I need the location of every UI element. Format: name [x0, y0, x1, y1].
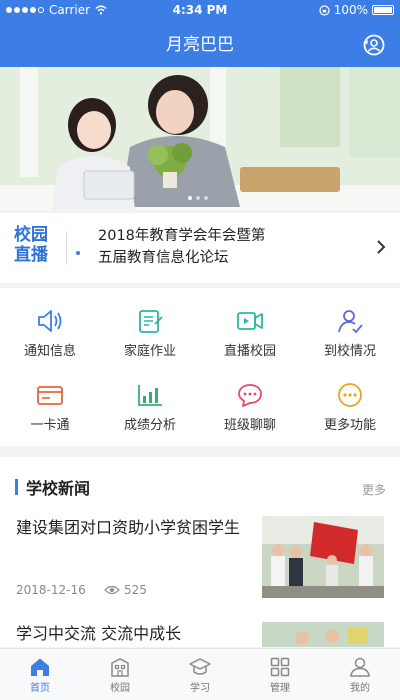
video-icon	[237, 312, 263, 330]
live-broadcast-row[interactable]: 校园 直播 2018年教育学会年会暨第 五届教育信息化论坛	[0, 213, 400, 283]
news-article[interactable]: 学习中交流 交流中成长	[0, 619, 400, 647]
tab-label: 管理	[270, 683, 290, 694]
tab-label: 首页	[30, 683, 50, 694]
grid-item-notice[interactable]: 通知信息	[0, 288, 100, 360]
more-icon	[338, 383, 362, 407]
grid-item-card[interactable]: 一卡通	[0, 362, 100, 434]
article-thumbnail	[262, 516, 384, 598]
battery-percent: 100%	[333, 3, 368, 17]
eye-icon	[104, 585, 120, 595]
tab-label: 校园	[110, 683, 130, 694]
news-header: 学校新闻 更多	[0, 457, 400, 509]
divider	[66, 231, 67, 265]
grid-item-label: 一卡通	[30, 418, 70, 433]
live-headline-line2: 五届教育信息化论坛	[98, 250, 229, 266]
live-logo-line1: 校园	[14, 225, 48, 245]
banner-illustration	[0, 67, 400, 210]
grid-item-label: 班级聊聊	[223, 418, 276, 433]
homework-icon	[139, 310, 163, 333]
article-photo	[262, 622, 384, 647]
grid-item-label: 直播校园	[223, 344, 276, 359]
rotation-lock-icon	[319, 4, 330, 16]
live-logo-line2: 直播	[14, 245, 48, 265]
tab-profile[interactable]: 我的	[320, 649, 400, 700]
app-screen: Carrier 4:34 PM 100% 月亮巴巴 校园 直播 2018年教育学…	[0, 0, 400, 700]
article-title: 建设集团对口资助小学贫困学生	[16, 518, 241, 537]
card-icon	[37, 386, 63, 405]
article-views: 525	[104, 583, 147, 597]
profile-switch-icon[interactable]	[362, 33, 386, 57]
grid-item-label: 成绩分析	[123, 418, 176, 433]
grid-item-label: 通知信息	[23, 344, 76, 359]
chart-icon	[138, 385, 162, 406]
news-article[interactable]: 建设集团对口资助小学贫困学生 2018-12-16 525	[0, 513, 400, 613]
grid-item-attendance[interactable]: 到校情况	[300, 288, 400, 360]
tab-manage[interactable]: 管理	[240, 649, 320, 700]
view-count: 525	[124, 583, 147, 597]
banner-image[interactable]	[0, 67, 400, 210]
section-accent-bar	[15, 479, 18, 495]
tab-label: 学习	[190, 683, 210, 694]
tab-study[interactable]: 学习	[160, 649, 240, 700]
function-grid: 通知信息 家庭作业 直播校园 到校情况 一卡通 成绩分析 班级聊聊 更多功能	[0, 288, 400, 446]
status-bar: Carrier 4:34 PM 100%	[0, 0, 400, 22]
live-logo: 校园 直播	[14, 225, 58, 265]
grid-icon	[270, 657, 290, 677]
school-icon	[111, 658, 129, 677]
news-section-title: 学校新闻	[26, 479, 91, 498]
attendance-icon	[338, 310, 363, 334]
article-thumbnail	[262, 622, 384, 647]
page-title: 月亮巴巴	[166, 35, 234, 55]
article-title: 学习中交流 交流中成长	[16, 624, 182, 643]
speaker-icon	[38, 310, 62, 332]
more-news-link[interactable]: 更多	[362, 481, 386, 498]
live-headline-line1: 2018年教育学会年会暨第	[98, 228, 266, 244]
grid-item-live[interactable]: 直播校园	[200, 288, 300, 360]
graduation-cap-icon	[189, 658, 211, 675]
article-date: 2018-12-16	[16, 583, 86, 597]
tab-home[interactable]: 首页	[0, 649, 80, 700]
header: Carrier 4:34 PM 100% 月亮巴巴	[0, 0, 400, 67]
home-icon	[31, 658, 49, 676]
tab-campus[interactable]: 校园	[80, 649, 160, 700]
grid-item-scores[interactable]: 成绩分析	[100, 362, 200, 434]
tab-label: 我的	[350, 683, 370, 694]
bottom-tab-bar: 首页 校园 学习 管理 我的	[0, 648, 400, 700]
school-news-section: 学校新闻 更多 建设集团对口资助小学贫困学生 2018-12-16 525 学习…	[0, 457, 400, 647]
live-headline: 2018年教育学会年会暨第 五届教育信息化论坛	[98, 225, 348, 269]
status-right: 100%	[319, 3, 394, 17]
battery-icon	[372, 5, 394, 15]
grid-item-label: 到校情况	[323, 344, 376, 359]
grid-item-label: 家庭作业	[123, 344, 176, 359]
user-icon	[350, 657, 370, 677]
article-photo	[262, 516, 384, 598]
bullet-dot	[76, 251, 80, 255]
grid-item-label: 更多功能	[323, 418, 376, 433]
grid-item-homework[interactable]: 家庭作业	[100, 288, 200, 360]
grid-item-class-chat[interactable]: 班级聊聊	[200, 362, 300, 434]
grid-item-more[interactable]: 更多功能	[300, 362, 400, 434]
chat-icon	[238, 384, 262, 407]
chevron-right-icon[interactable]	[376, 239, 386, 255]
